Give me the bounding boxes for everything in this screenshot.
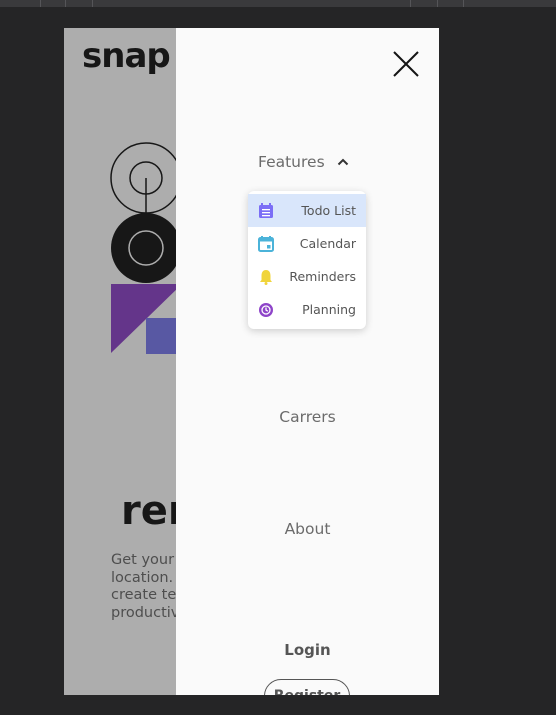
device-frame: snap rem Get your location. create te pr… xyxy=(64,28,439,695)
toolbar-divider xyxy=(40,0,41,7)
toolbar-divider xyxy=(65,0,66,7)
toolbar-divider xyxy=(437,0,438,7)
close-icon[interactable] xyxy=(391,49,421,79)
dropdown-item-label: Calendar xyxy=(299,236,356,251)
mobile-nav-drawer: Features Todo List Calendar Reminders Pl… xyxy=(176,28,439,695)
toolbar-divider xyxy=(92,0,93,7)
features-label: Features xyxy=(258,153,325,171)
login-button[interactable]: Login xyxy=(176,641,439,659)
dropdown-item-label: Todo List xyxy=(301,203,356,218)
nav-link-careers[interactable]: Carrers xyxy=(176,408,439,426)
dropdown-item-todo-list[interactable]: Todo List xyxy=(248,194,366,227)
planning-icon xyxy=(259,302,273,317)
toolbar-divider xyxy=(463,0,464,7)
drawer-backdrop-overlay[interactable] xyxy=(64,28,176,695)
dropdown-item-reminders[interactable]: Reminders xyxy=(248,260,366,293)
dropdown-item-label: Reminders xyxy=(289,269,356,284)
dropdown-item-calendar[interactable]: Calendar xyxy=(248,227,366,260)
dropdown-item-planning[interactable]: Planning xyxy=(248,293,366,326)
dropdown-item-label: Planning xyxy=(302,302,356,317)
toolbar-divider xyxy=(410,0,411,7)
nav-link-about[interactable]: About xyxy=(176,520,439,538)
calendar-icon xyxy=(258,235,274,252)
features-dropdown: Todo List Calendar Reminders Planning xyxy=(248,191,366,329)
register-button[interactable]: Register xyxy=(264,679,350,695)
bell-icon xyxy=(260,269,272,285)
chevron-up-icon xyxy=(337,158,348,166)
todo-list-icon xyxy=(259,202,273,218)
window-top-bar xyxy=(0,0,556,7)
features-menu-toggle[interactable]: Features xyxy=(258,153,349,171)
